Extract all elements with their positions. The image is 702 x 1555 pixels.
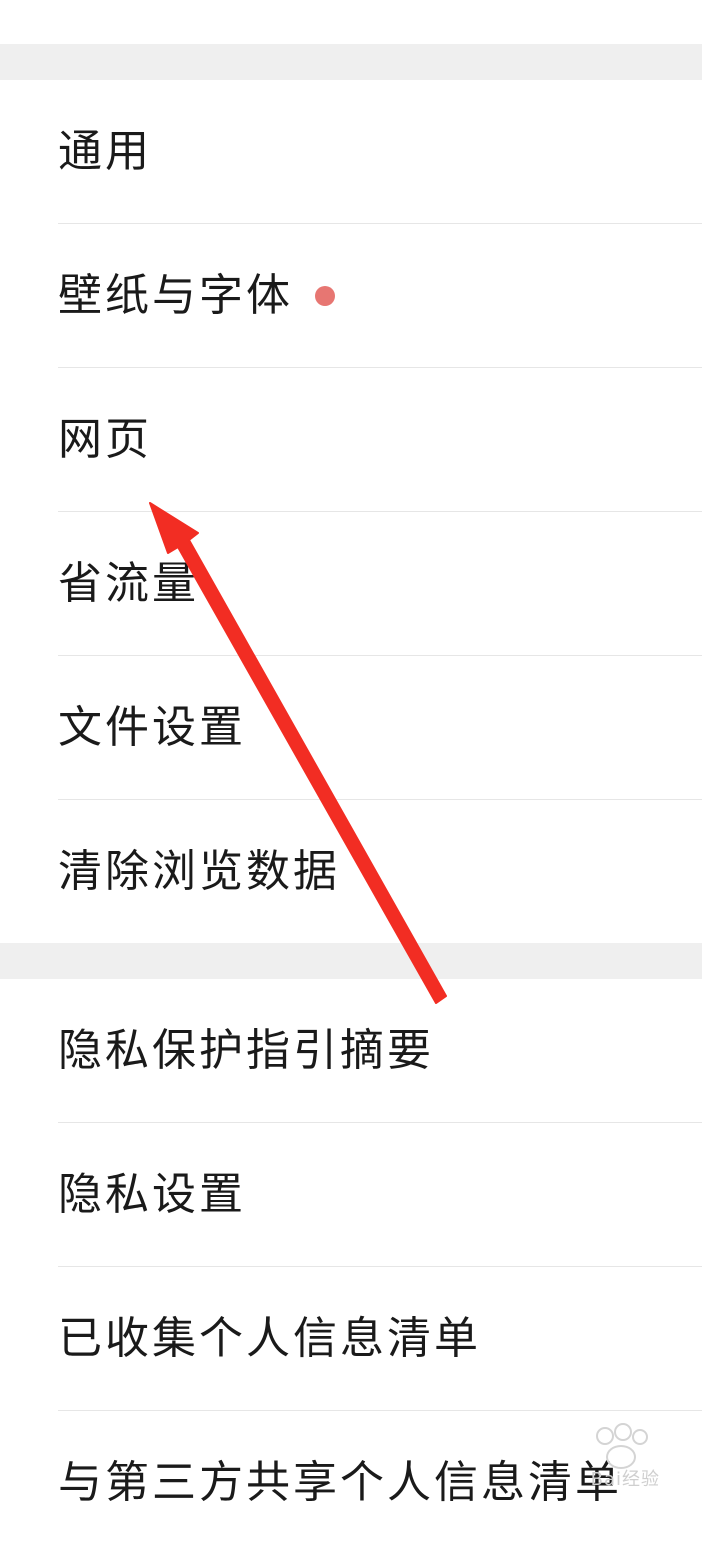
settings-item-label: 清除浏览数据: [58, 846, 340, 897]
section-gap: [0, 44, 702, 80]
settings-item-label: 通用: [58, 126, 152, 177]
settings-item-privacy-settings[interactable]: 隐私设置: [0, 1123, 702, 1267]
settings-item-file-settings[interactable]: 文件设置: [0, 656, 702, 800]
watermark: Bai经验: [532, 1423, 662, 1497]
watermark-text: Bai经验: [590, 1469, 660, 1490]
section-gap: [0, 943, 702, 979]
settings-item-label: 隐私设置: [58, 1169, 246, 1220]
paw-icon: [632, 1429, 648, 1445]
settings-item-collected-info-list[interactable]: 已收集个人信息清单: [0, 1267, 702, 1411]
settings-group-browser: 通用 壁纸与字体 网页 省流量 文件设置 清除浏览数据: [0, 80, 702, 943]
settings-item-label: 已收集个人信息清单: [58, 1313, 481, 1364]
settings-item-label: 网页: [58, 414, 152, 465]
settings-item-label: 隐私保护指引摘要: [58, 1025, 434, 1076]
settings-item-label: 省流量: [58, 558, 199, 609]
top-spacer: [0, 0, 702, 44]
settings-item-label: 壁纸与字体: [58, 270, 293, 321]
paw-icon: [596, 1427, 614, 1445]
settings-item-clear-browsing-data[interactable]: 清除浏览数据: [0, 800, 702, 944]
settings-item-data-saver[interactable]: 省流量: [0, 512, 702, 656]
new-badge-dot: [315, 286, 335, 306]
paw-icon: [614, 1423, 632, 1441]
settings-item-wallpaper-font[interactable]: 壁纸与字体: [0, 224, 702, 368]
settings-item-label: 文件设置: [58, 702, 246, 753]
settings-item-webpage[interactable]: 网页: [0, 368, 702, 512]
settings-item-privacy-summary[interactable]: 隐私保护指引摘要: [0, 979, 702, 1123]
settings-item-general[interactable]: 通用: [0, 80, 702, 224]
